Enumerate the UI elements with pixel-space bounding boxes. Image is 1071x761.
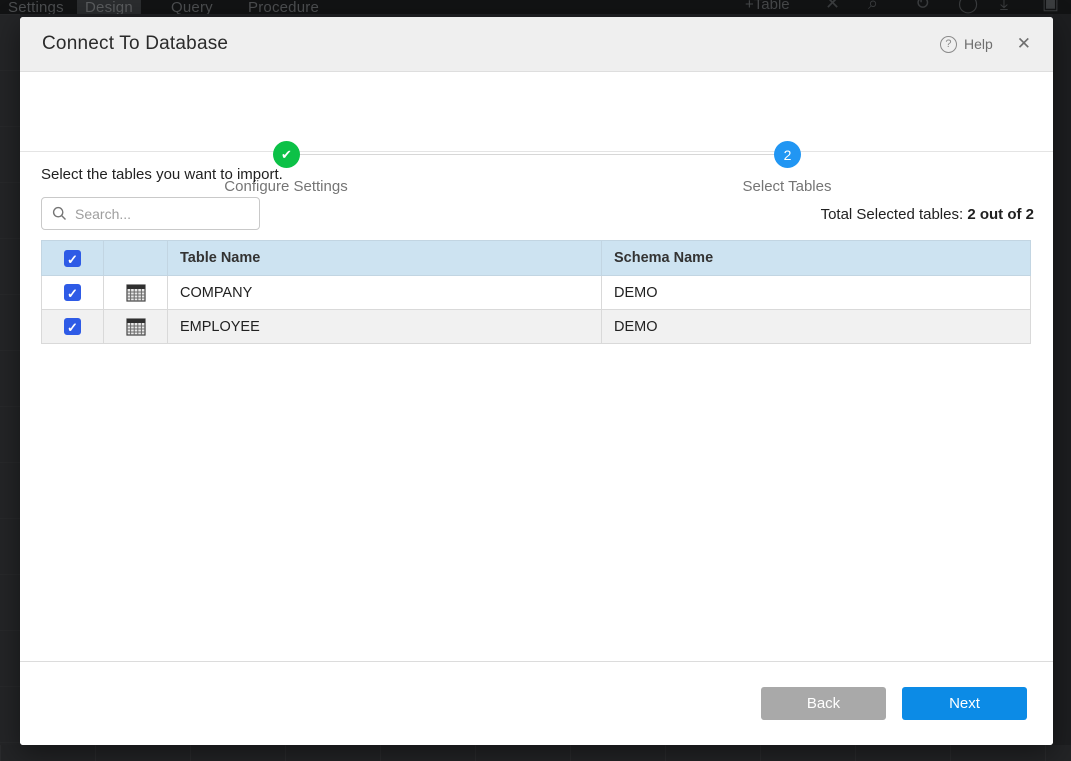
background-grid <box>0 745 1071 761</box>
bg-tab-query[interactable]: Query <box>163 0 221 14</box>
export-icon[interactable]: ⤓ <box>1000 0 1008 14</box>
table-name-cell: EMPLOYEE <box>168 310 602 344</box>
bg-tab-design[interactable]: Design <box>77 0 141 14</box>
search-icon <box>52 206 67 221</box>
help-icon: ? <box>940 36 957 53</box>
background-right-panel <box>1053 14 1071 745</box>
back-button[interactable]: Back <box>761 687 886 720</box>
step-1-complete-icon[interactable]: ✔ <box>273 141 300 168</box>
search-input[interactable] <box>75 206 249 222</box>
row-checkbox[interactable] <box>64 318 81 335</box>
help-label: Help <box>964 36 993 52</box>
dialog-header: Connect To Database ? Help ✕ <box>20 17 1053 72</box>
table-grid-icon <box>126 318 146 336</box>
table-row[interactable]: EMPLOYEE DEMO <box>42 310 1031 344</box>
table-search-box <box>41 197 260 230</box>
dialog-footer: Back Next <box>20 661 1053 745</box>
search-icon[interactable]: ⌕ <box>868 0 878 14</box>
schema-name-cell: DEMO <box>602 310 1031 344</box>
step-2-indicator[interactable]: 2 <box>774 141 801 168</box>
table-grid-icon <box>126 284 146 302</box>
add-table-button[interactable]: +Table <box>745 0 790 13</box>
redo-icon[interactable]: ◯ <box>958 0 978 14</box>
delete-icon[interactable]: ✕ <box>825 0 840 14</box>
background-tab-bar: Settings Design Query Procedure +Table ✕… <box>0 0 1071 14</box>
selected-tables-summary: Total Selected tables: 2 out of 2 <box>821 206 1034 223</box>
wizard-stepper: ✔ 2 Configure Settings Select Tables <box>20 73 1053 152</box>
step-2-label: Select Tables <box>687 178 887 195</box>
header-table-name: Table Name <box>168 241 602 276</box>
connect-to-database-dialog: Connect To Database ? Help ✕ ✔ 2 Configu… <box>20 17 1053 745</box>
undo-icon[interactable]: ↻ <box>915 0 930 14</box>
dialog-title: Connect To Database <box>42 33 228 55</box>
instruction-text: Select the tables you want to import. <box>41 166 283 183</box>
background-sidebar <box>0 14 20 745</box>
header-icon-cell <box>104 241 168 276</box>
tables-list: Table Name Schema Name COMPANY DEMO <box>41 240 1031 344</box>
stepper-connector-line <box>286 154 787 155</box>
bg-tab-settings[interactable]: Settings <box>0 0 72 14</box>
close-icon[interactable]: ✕ <box>1017 34 1031 54</box>
summary-count: 2 out of 2 <box>967 206 1034 223</box>
select-all-checkbox[interactable] <box>64 250 81 267</box>
help-button[interactable]: ? Help <box>940 36 993 53</box>
schema-name-cell: DEMO <box>602 276 1031 310</box>
bg-tab-procedure[interactable]: Procedure <box>240 0 327 14</box>
table-header-row: Table Name Schema Name <box>42 241 1031 276</box>
table-name-cell: COMPANY <box>168 276 602 310</box>
next-button[interactable]: Next <box>902 687 1027 720</box>
header-schema-name: Schema Name <box>602 241 1031 276</box>
header-checkbox-cell <box>42 241 104 276</box>
row-checkbox[interactable] <box>64 284 81 301</box>
summary-prefix: Total Selected tables: <box>821 206 968 223</box>
snapshot-icon[interactable]: ▣ <box>1042 0 1059 14</box>
table-row[interactable]: COMPANY DEMO <box>42 276 1031 310</box>
